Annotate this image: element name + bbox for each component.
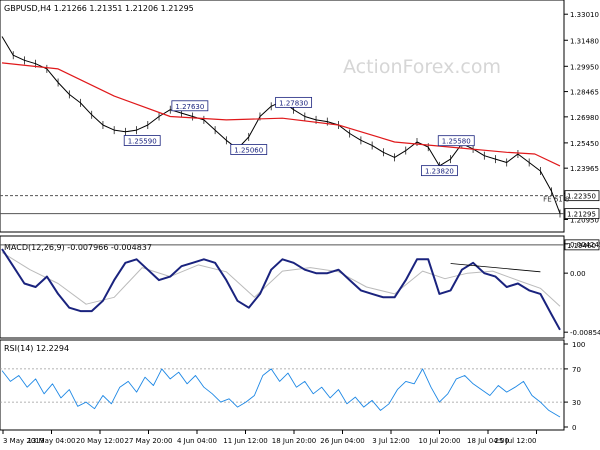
rsi-tick-label: 100 [572, 341, 585, 349]
price-label: 1.23820 [425, 168, 454, 176]
x-tick-label: 20 May 12:00 [76, 437, 124, 445]
price-panel-frame [0, 0, 565, 233]
price-tick-label: 1.29950 [570, 63, 599, 71]
price-tick-label: 1.23965 [570, 165, 599, 173]
rsi-tick-label: 30 [572, 399, 581, 407]
price-tick-label: 1.25450 [570, 140, 599, 148]
macd-tick-label: 0.004245 [570, 241, 600, 249]
rsi-panel-frame [0, 339, 565, 431]
macd-tick-label: -0.008547 [570, 329, 600, 337]
x-tick-label: 10 Jul 20:00 [419, 437, 461, 445]
fib-extension-label: FE 61.8 [543, 196, 569, 204]
price-label: 1.27830 [279, 99, 308, 107]
x-tick-label: 26 Jun 04:00 [320, 437, 364, 445]
x-tick-label: 11 Jun 12:00 [223, 437, 267, 445]
x-tick-label: 3 Jul 12:00 [372, 437, 410, 445]
price-label: 1.27630 [175, 103, 204, 111]
price-layer: 1.33010 1.31480 1.29950 1.28465 1.26980 1.254… [0, 11, 600, 251]
price-tick-label: 1.28465 [570, 89, 599, 97]
x-tick-label: 25 Jul 12:00 [495, 437, 537, 445]
macd-main-line [1, 248, 561, 331]
watermark: ActionForex.com [343, 56, 501, 78]
rsi-tick-label: 0 [572, 424, 576, 432]
x-tick-label: 18 Jun 20:00 [272, 437, 316, 445]
price-label: 1.25590 [128, 138, 157, 146]
x-tick-label: 13 May 04:00 [27, 437, 75, 445]
price-label: 1.25580 [442, 138, 471, 146]
macd-panel-title: MACD(12,26,9) -0.007966 -0.004837 [4, 243, 152, 252]
level-label: 1.22350 [567, 193, 596, 201]
rsi-tick-label: 70 [572, 366, 581, 374]
price-panel-title: GBPUSD,H4 1.21266 1.21351 1.21206 1.2129… [4, 4, 194, 13]
price-tick-label: 1.26980 [570, 114, 599, 122]
price-tick-label: 1.33010 [570, 11, 599, 19]
level-label: 1.21295 [567, 211, 596, 219]
x-tick-label: 4 Jun 04:00 [177, 437, 217, 445]
x-axis: 3 May 201913 May 04:00 20 May 12:00 27 May… [2, 430, 537, 445]
macd-tick-label: 0.00 [570, 270, 586, 278]
x-tick-label: 27 May 20:00 [124, 437, 172, 445]
rsi-layer: 100 70 30 0 [0, 341, 585, 432]
price-tick-label: 1.31480 [570, 37, 599, 45]
rsi-line [1, 368, 561, 418]
price-label: 1.25060 [234, 147, 263, 155]
rsi-panel-title: RSI(14) 12.2294 [4, 344, 69, 353]
macd-layer: 0.004245 0.00 -0.008547 [1, 241, 600, 337]
forex-chart: ActionForex.com GBPUSD,H4 1.21266 1.2135… [0, 0, 600, 445]
